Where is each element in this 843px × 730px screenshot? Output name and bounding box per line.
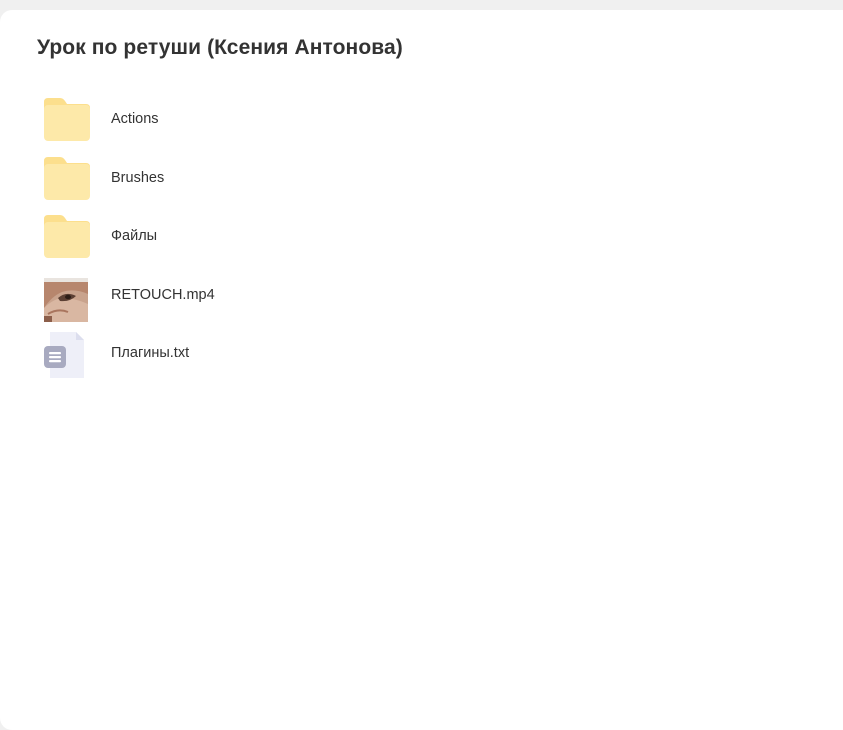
video-thumbnail: [44, 277, 88, 322]
page-title: Урок по ретуши (Ксения Антонова): [37, 36, 403, 59]
text-file-icon: [44, 332, 90, 378]
item-name: Actions: [111, 111, 159, 127]
file-list: Actions Brushes Файлы RETOUCH.mp4 Плагин…: [0, 90, 843, 383]
list-item-retouch-video[interactable]: RETOUCH.mp4: [0, 266, 843, 325]
list-item-plugins-txt[interactable]: Плагины.txt: [0, 324, 843, 383]
content-panel: Урок по ретуши (Ксения Антонова) Actions…: [0, 10, 843, 730]
folder-icon: [44, 98, 90, 142]
folder-icon: [44, 156, 90, 201]
list-item-files[interactable]: Файлы: [0, 207, 843, 266]
item-name: RETOUCH.mp4: [111, 286, 215, 303]
folder-icon: [44, 215, 90, 259]
item-name: Плагины.txt: [111, 345, 190, 361]
item-name: Brushes: [111, 169, 165, 186]
list-item-actions[interactable]: Actions: [0, 90, 843, 149]
item-name: Файлы: [111, 228, 158, 244]
list-item-brushes[interactable]: Brushes: [0, 149, 843, 208]
